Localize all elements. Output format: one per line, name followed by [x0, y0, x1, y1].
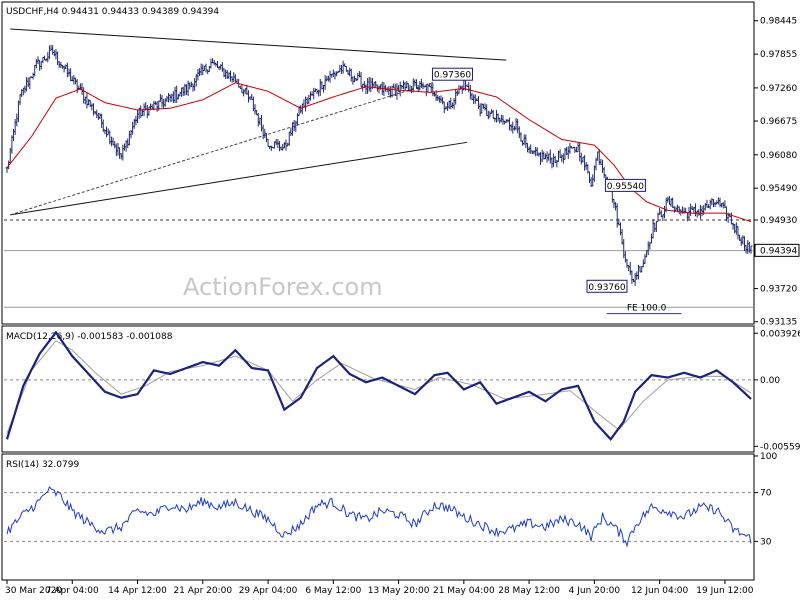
y-tick-label: 0.00: [760, 376, 780, 386]
x-tick-label: 19 Jun 12:00: [696, 586, 753, 596]
y-tick-label: 100: [760, 452, 777, 462]
y-tick-label: 0.97260: [760, 84, 797, 94]
x-tick-label: 12 Jun 04:00: [631, 586, 688, 596]
chart-root: ActionForex.com USDCHF,H4 0.94431 0.9443…: [0, 0, 800, 600]
x-tick-label: 28 May 12:00: [498, 586, 560, 596]
y-tick-label: 0.97855: [760, 50, 797, 60]
y-tick-label: 0.003926: [760, 329, 800, 339]
rsi-panel-title: RSI(14) 32.0799: [6, 460, 79, 470]
y-tick-label: 0.93135: [760, 318, 797, 328]
y-tick-label: 0.96080: [760, 151, 797, 161]
x-tick-label: 21 May 04:00: [433, 586, 495, 596]
price-callout-text: 0.95540: [607, 182, 644, 192]
y-tick-label: -0.005593: [760, 442, 800, 452]
x-tick-label: 4 Jun 20:00: [569, 586, 621, 596]
price-callout-text: 0.93760: [588, 283, 625, 293]
x-tick-label: 21 Apr 20:00: [173, 586, 232, 596]
y-tick-label: 30: [760, 537, 772, 547]
y-tick-label: 0.94930: [760, 216, 797, 226]
y-tick-label: 0.95490: [760, 184, 797, 194]
y-tick-label: 0.98445: [760, 17, 797, 27]
x-tick-label: 14 Apr 12:00: [108, 586, 167, 596]
macd-panel-title: MACD(12,26,9) -0.001583 -0.001088: [6, 332, 173, 342]
x-tick-label: 7 Apr 04:00: [46, 586, 99, 596]
x-tick-label: 13 May 20:00: [368, 586, 430, 596]
watermark: ActionForex.com: [183, 273, 383, 301]
y-tick-label: 70: [760, 489, 772, 499]
price-callout-text: 0.97360: [434, 71, 471, 81]
rsi-panel-frame: [1, 453, 755, 581]
y-tick-label: 0.93720: [760, 285, 797, 295]
x-tick-label: 29 Apr 04:00: [239, 586, 298, 596]
x-tick-label: 6 May 12:00: [305, 586, 361, 596]
y-tick-label: 0.94394: [760, 246, 797, 256]
fibonacci-label: FE 100.0: [627, 304, 667, 314]
y-tick-label: 0.96675: [760, 117, 797, 127]
price-panel-title: USDCHF,H4 0.94431 0.94433 0.94389 0.9439…: [6, 7, 219, 17]
